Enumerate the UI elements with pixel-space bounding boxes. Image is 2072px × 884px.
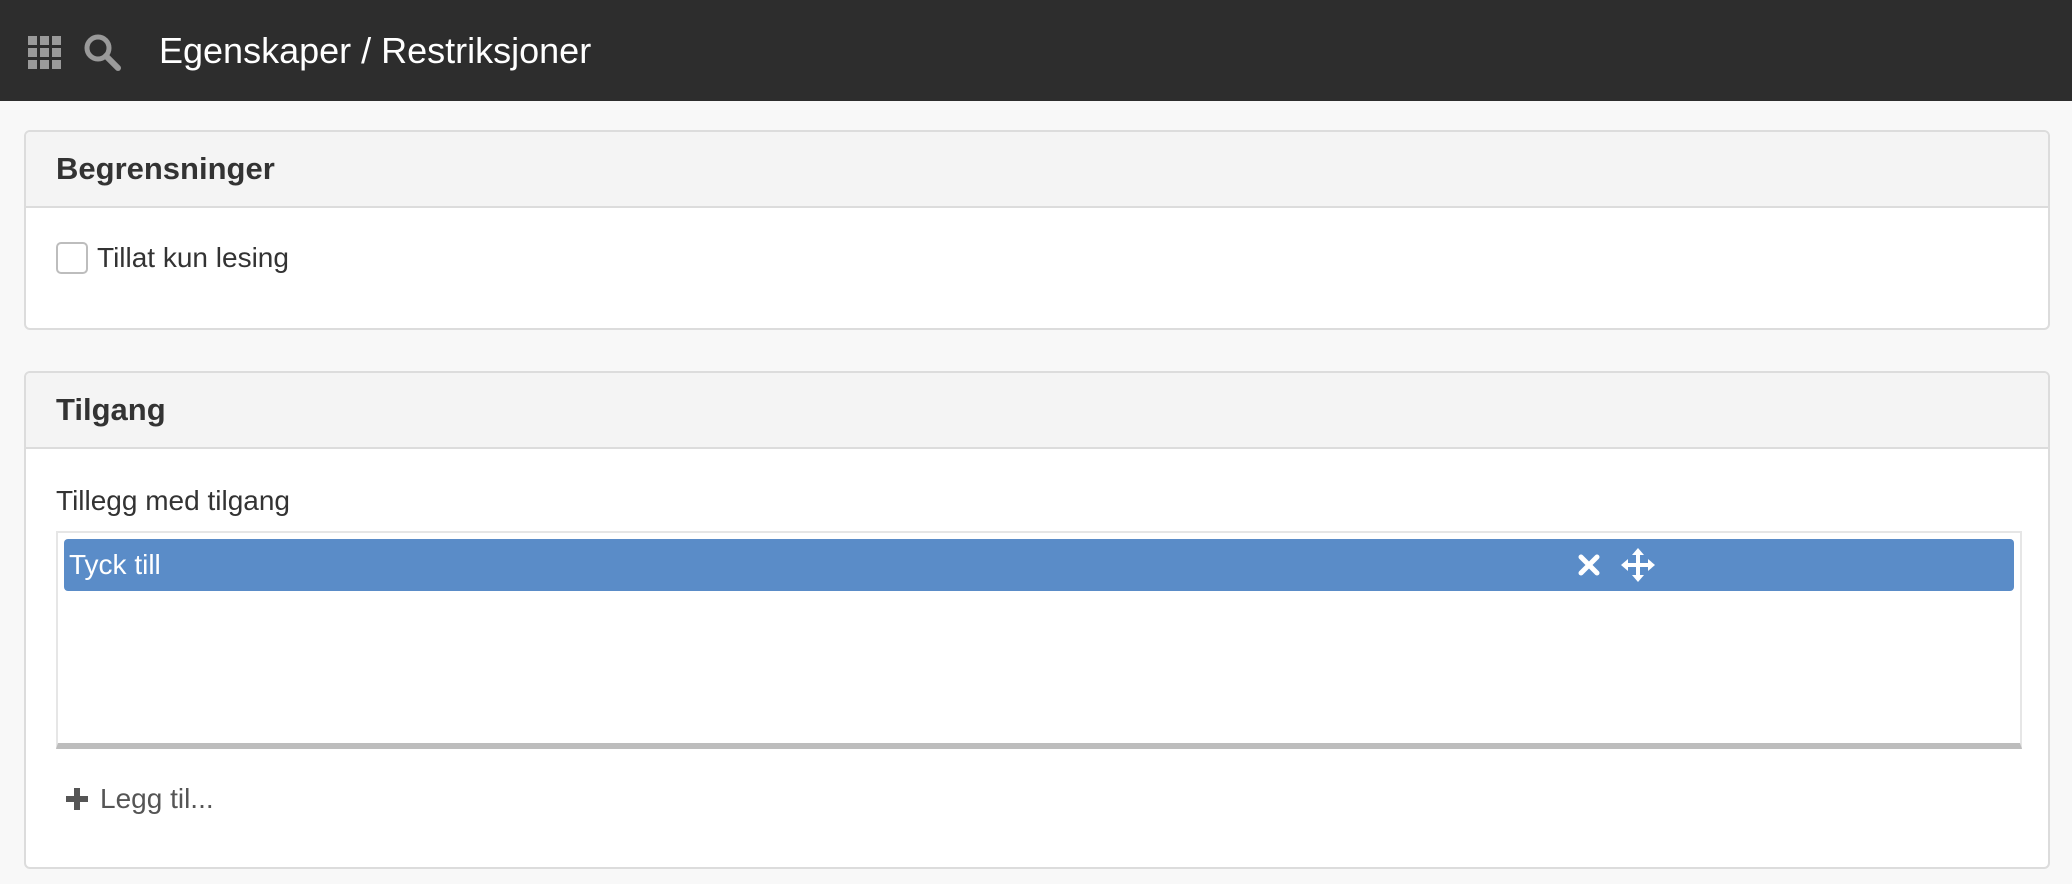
read-only-label: Tillat kun lesing [97,242,289,273]
access-list-label: Tillegg med tilgang [56,485,290,516]
plus-icon [66,788,88,810]
add-access-button[interactable]: Legg til... [64,783,214,815]
restrictions-panel-title: Begrensninger [56,151,275,186]
apps-grid-icon[interactable] [28,36,61,69]
restrictions-panel: Begrensninger Tillat kun lesing [24,130,2050,330]
access-list: Tyck till [56,531,2022,749]
list-item-label: Tyck till [69,549,161,580]
access-panel-header: Tilgang [26,373,2048,449]
move-icon[interactable] [1612,539,1664,591]
top-bar: Egenskaper / Restriksjoner [0,0,2072,101]
search-icon[interactable] [82,32,122,72]
page-title: Egenskaper / Restriksjoner [159,30,592,71]
access-panel: Tilgang Tillegg med tilgang Tyck till Le… [24,371,2050,869]
access-panel-title: Tilgang [56,392,166,427]
restrictions-panel-header: Begrensninger [26,132,2048,208]
add-access-label: Legg til... [100,783,214,814]
close-icon[interactable] [1563,539,1615,591]
read-only-option[interactable]: Tillat kun lesing [56,242,289,274]
list-item[interactable]: Tyck till [64,539,2014,591]
read-only-checkbox[interactable] [56,242,88,274]
